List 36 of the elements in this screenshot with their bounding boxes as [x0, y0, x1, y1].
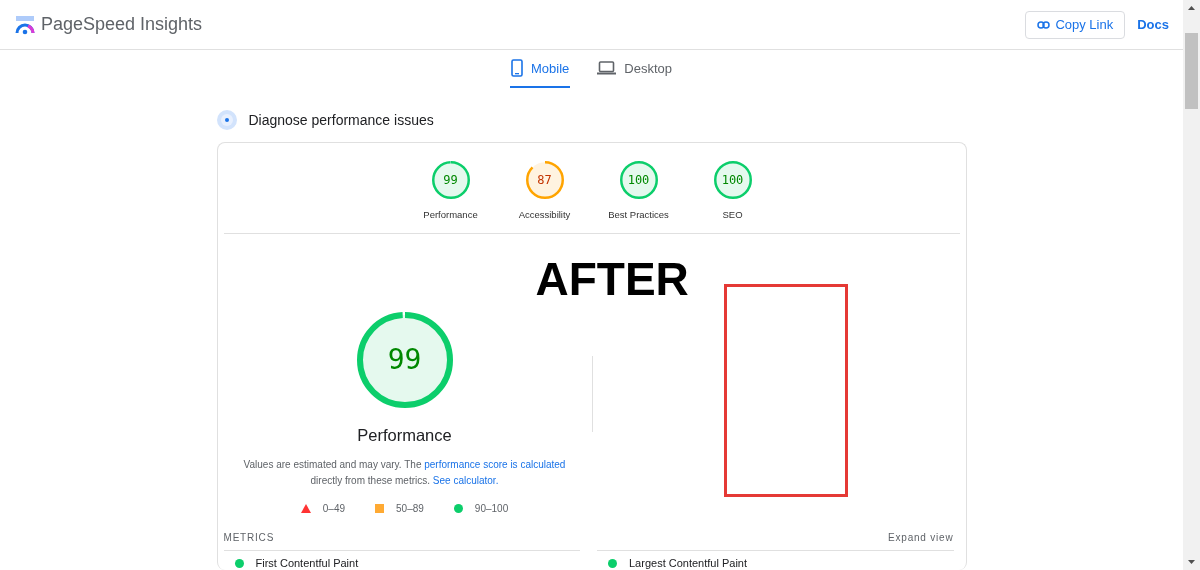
metric-name: First Contentful Paint — [255, 557, 359, 569]
category-label[interactable]: Accessibility — [518, 209, 571, 220]
legend-range: 50–89 — [396, 503, 424, 514]
score-title: Performance — [357, 426, 452, 445]
legend-range: 0–49 — [322, 503, 346, 514]
metrics-heading: METRICS — [223, 532, 275, 543]
laptop-icon — [597, 61, 617, 75]
score-value: 99 — [387, 346, 422, 374]
score-gauge — [525, 161, 564, 199]
score-value: 100 — [627, 174, 650, 186]
phone-icon — [511, 59, 523, 77]
score-description: Values are estimated and may vary. The performance score is calculated directly from these metrics. See calculator. — [242, 458, 567, 488]
calculator-link[interactable]: See calculator. — [432, 475, 499, 486]
score-value: 100 — [721, 174, 744, 186]
logo-icon — [15, 14, 35, 35]
score-link[interactable]: performance score is calculated — [424, 459, 566, 470]
category-label[interactable]: Performance — [423, 209, 478, 220]
tab[interactable]: Desktop — [596, 50, 673, 88]
metric-name: Largest Contentful Paint — [629, 557, 748, 569]
legend-range: 90–100 — [474, 503, 509, 514]
expand-view-link[interactable]: Expand view — [888, 532, 954, 543]
score-value: 87 — [537, 174, 552, 186]
score-value: 99 — [443, 174, 458, 186]
link-icon — [1037, 20, 1051, 29]
score-gauge — [619, 161, 658, 199]
app-title: PageSpeed Insights — [41, 14, 203, 35]
radar-icon — [216, 110, 237, 130]
category-label[interactable]: SEO — [722, 209, 743, 220]
score-gauge — [431, 161, 470, 199]
score-gauge — [713, 161, 752, 199]
copy-link-button[interactable]: Copy Link — [1025, 10, 1126, 39]
tab[interactable]: Mobile — [510, 50, 571, 88]
category-label[interactable]: Best Practices — [608, 209, 669, 220]
scrollbar[interactable] — [1183, 0, 1200, 570]
annotation-text: AFTER — [535, 254, 689, 304]
section-title: Diagnose performance issues — [248, 112, 434, 128]
